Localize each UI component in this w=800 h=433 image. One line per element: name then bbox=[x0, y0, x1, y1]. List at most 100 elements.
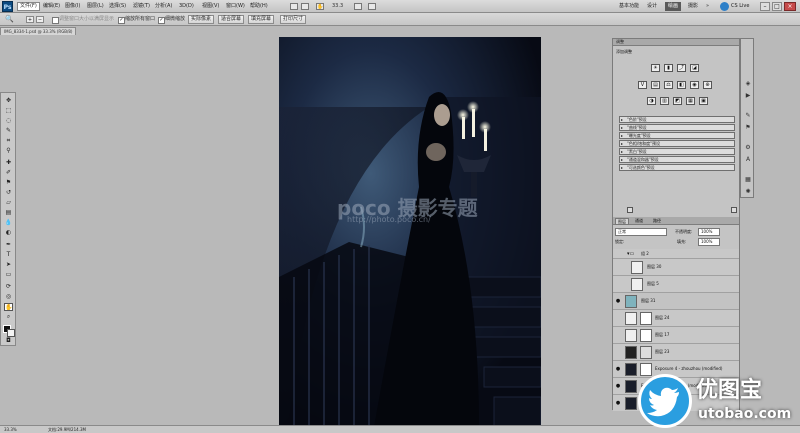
visibility-icon[interactable] bbox=[615, 251, 621, 257]
blur-tool-icon[interactable]: 💧 bbox=[4, 219, 13, 227]
exposure-icon[interactable]: ◪ bbox=[690, 64, 699, 72]
gradient-tool-icon[interactable]: ▤ bbox=[4, 209, 13, 217]
menu-3d[interactable]: 3D(D) bbox=[177, 2, 196, 11]
menu-image[interactable]: 图像(I) bbox=[63, 2, 82, 11]
menu-layer[interactable]: 图层(L) bbox=[85, 2, 106, 11]
channel-mixer-icon[interactable]: ⊕ bbox=[703, 81, 712, 89]
bridge-icon[interactable] bbox=[290, 3, 298, 10]
layer-row[interactable]: 图层 24 bbox=[613, 310, 739, 327]
selective-color-icon[interactable]: ▣ bbox=[699, 97, 708, 105]
visibility-icon[interactable] bbox=[615, 264, 621, 270]
preset-levels[interactable]: "色阶"预设 bbox=[619, 116, 735, 123]
workspace-essentials[interactable]: 基本功能 bbox=[619, 2, 639, 11]
screen-mode-icon[interactable] bbox=[368, 3, 376, 10]
vibrance-icon[interactable]: V bbox=[638, 81, 647, 89]
preset-black-white[interactable]: "黑白"预设 bbox=[619, 148, 735, 155]
invert-icon[interactable]: ◑ bbox=[647, 97, 656, 105]
3d-rotate-tool-icon[interactable]: ⟳ bbox=[4, 283, 13, 291]
eyedropper-tool-icon[interactable]: ⚲ bbox=[4, 147, 13, 155]
visibility-icon[interactable]: ● bbox=[615, 366, 621, 372]
fill-screen-button[interactable]: 填充屏幕 bbox=[248, 15, 275, 24]
workspace-design[interactable]: 设计 bbox=[647, 2, 657, 11]
tool-presets-icon[interactable]: ⚙ bbox=[743, 143, 753, 152]
layer-row[interactable]: 图层 23 bbox=[613, 344, 739, 361]
hand-tool-icon[interactable]: ✋ bbox=[4, 303, 13, 311]
3d-camera-tool-icon[interactable]: ◎ bbox=[4, 293, 13, 301]
close-icon[interactable]: × bbox=[784, 2, 796, 11]
eraser-tool-icon[interactable]: ▱ bbox=[4, 199, 13, 207]
brush-tool-icon[interactable]: ✐ bbox=[4, 169, 13, 177]
zoom-tool-icon-2[interactable]: ⌕ bbox=[4, 313, 13, 321]
clone-stamp-tool-icon[interactable]: ⚑ bbox=[4, 179, 13, 187]
arrange-docs-icon[interactable] bbox=[354, 3, 362, 10]
levels-icon[interactable]: ▮ bbox=[664, 64, 673, 72]
restore-icon[interactable]: □ bbox=[772, 2, 782, 11]
history-brush-tool-icon[interactable]: ↺ bbox=[4, 189, 13, 197]
status-zoom[interactable]: 33.3% bbox=[4, 426, 17, 433]
fill-input[interactable]: 100% bbox=[698, 238, 720, 246]
preset-exposure[interactable]: "曝光度"预设 bbox=[619, 132, 735, 139]
zoom-level[interactable]: 33.3 bbox=[332, 3, 343, 10]
tab-layers[interactable]: 图层 bbox=[615, 218, 629, 225]
brightness-icon[interactable]: ☀ bbox=[651, 64, 660, 72]
document-tab[interactable]: IMG_8334-1.psd @ 33.3% (RGB/8) bbox=[0, 27, 76, 35]
zoom-tool-icon[interactable]: 🔍 bbox=[5, 15, 17, 24]
layer-row[interactable]: ● 图层 31 bbox=[613, 293, 739, 310]
styles-panel-icon[interactable]: ✺ bbox=[743, 187, 753, 196]
lasso-tool-icon[interactable]: ◌ bbox=[4, 117, 13, 125]
scrubby-zoom-checkbox[interactable]: 细微缩放 bbox=[158, 16, 185, 24]
swatches-panel-icon[interactable]: ▦ bbox=[743, 175, 753, 184]
zoom-in-icon[interactable]: + bbox=[26, 16, 34, 23]
cslive-icon[interactable] bbox=[720, 2, 729, 11]
healing-brush-tool-icon[interactable]: ✚ bbox=[4, 159, 13, 167]
clip-layer-icon[interactable] bbox=[627, 207, 633, 213]
hand-icon[interactable]: ✋ bbox=[316, 3, 324, 10]
visibility-icon[interactable] bbox=[615, 332, 621, 338]
visibility-icon[interactable]: ● bbox=[615, 400, 621, 406]
clone-source-panel-icon[interactable]: ⚑ bbox=[743, 123, 753, 132]
layer-row[interactable]: ▾▭ 组 2 bbox=[613, 249, 739, 259]
quick-select-tool-icon[interactable]: ✎ bbox=[4, 127, 13, 135]
move-tool-icon[interactable]: ✥ bbox=[4, 97, 13, 105]
quick-mask-icon[interactable]: ◘ bbox=[4, 337, 13, 345]
brush-panel-icon[interactable]: ✎ bbox=[743, 111, 753, 120]
menu-view[interactable]: 视图(V) bbox=[200, 2, 221, 11]
minibridge-icon[interactable] bbox=[301, 3, 309, 10]
menu-select[interactable]: 选择(S) bbox=[107, 2, 128, 11]
path-select-tool-icon[interactable]: ➤ bbox=[4, 261, 13, 269]
history-panel-icon[interactable]: ◈ bbox=[743, 79, 753, 88]
visibility-icon[interactable] bbox=[615, 281, 621, 287]
more-workspaces-icon[interactable]: » bbox=[706, 3, 709, 10]
visibility-icon[interactable]: ● bbox=[615, 298, 621, 304]
menu-edit[interactable]: 编辑(E) bbox=[41, 2, 62, 11]
preset-selective-color[interactable]: "可选颜色"预设 bbox=[619, 164, 735, 171]
curves-icon[interactable]: ⤴ bbox=[677, 64, 686, 72]
dodge-tool-icon[interactable]: ◐ bbox=[4, 229, 13, 237]
character-panel-icon[interactable]: A bbox=[743, 155, 753, 164]
adjustments-tab[interactable]: 调整 bbox=[613, 39, 739, 46]
zoom-all-windows-checkbox[interactable]: 缩放所有窗口 bbox=[118, 16, 155, 24]
cslive-label[interactable]: CS Live bbox=[731, 3, 749, 10]
workspace-photography[interactable]: 摄影 bbox=[688, 2, 698, 11]
preset-channel-mixer[interactable]: "通道混和器"预设 bbox=[619, 156, 735, 163]
actual-pixels-button[interactable]: 实际像素 bbox=[188, 15, 215, 24]
layer-row[interactable]: 图层 30 bbox=[613, 259, 739, 276]
posterize-icon[interactable]: ▥ bbox=[660, 97, 669, 105]
pen-tool-icon[interactable]: ✒ bbox=[4, 241, 13, 249]
preset-hue-saturation[interactable]: "色相/饱和度"预设 bbox=[619, 140, 735, 147]
menu-window[interactable]: 窗口(W) bbox=[224, 2, 247, 11]
type-tool-icon[interactable]: T bbox=[4, 251, 13, 259]
color-balance-icon[interactable]: ⚖ bbox=[664, 81, 673, 89]
visibility-icon[interactable] bbox=[615, 349, 621, 355]
hue-sat-icon[interactable]: ▤ bbox=[651, 81, 660, 89]
layer-row[interactable]: 图层 17 bbox=[613, 327, 739, 344]
preset-curves[interactable]: "曲线"预设 bbox=[619, 124, 735, 131]
document-canvas[interactable]: poco 摄影专题 http://photo.poco.cn/ bbox=[279, 37, 541, 427]
tab-paths[interactable]: 路径 bbox=[651, 218, 663, 223]
threshold-icon[interactable]: ◩ bbox=[673, 97, 682, 105]
visibility-icon[interactable]: ● bbox=[615, 383, 621, 389]
minimize-icon[interactable]: – bbox=[760, 2, 770, 11]
crop-tool-icon[interactable]: ⌗ bbox=[4, 137, 13, 145]
blend-mode-select[interactable]: 正常 bbox=[615, 228, 667, 236]
tab-channels[interactable]: 通道 bbox=[633, 218, 645, 223]
